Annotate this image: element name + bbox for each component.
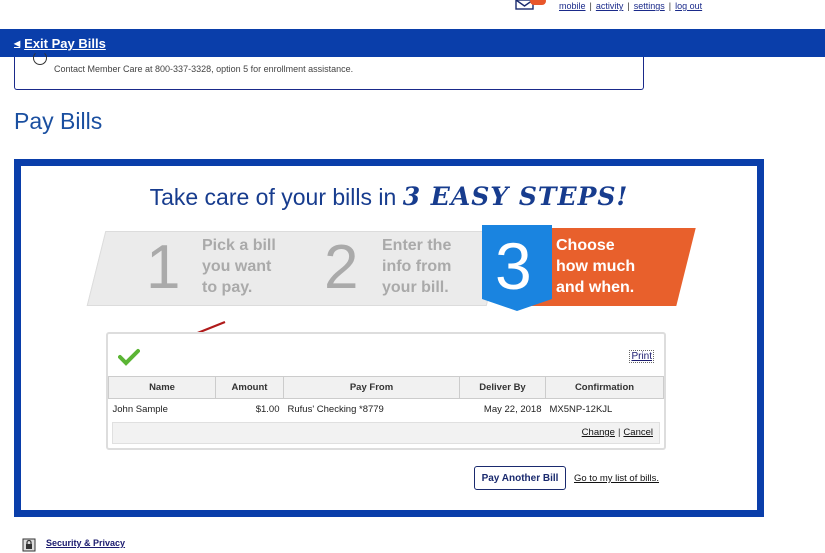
step-2-text: Enter the info from your bill. [382,237,452,296]
cancel-link[interactable]: Cancel [623,427,653,438]
step-1-text: Pick a bill you want to pay. [202,237,276,296]
column-header-confirmation: Confirmation [545,376,664,399]
activity-link[interactable]: activity [596,1,624,11]
cell-deliver-by: May 22, 2018 [483,404,542,416]
lock-icon [22,538,36,552]
cell-pay-from: Rufus' Checking *8779 [287,404,384,416]
exit-pay-bills-link[interactable]: ◀ Exit Pay Bills [14,36,106,51]
pay-another-bill-button[interactable]: Pay Another Bill [474,466,566,490]
table-header-row: Name Amount Pay From Deliver By Confirma… [108,376,664,399]
logout-link[interactable]: log out [675,1,702,11]
header-bar: ◀ Exit Pay Bills [0,29,825,57]
step-2-number: 2 [324,233,359,302]
exit-pay-bills-label: Exit Pay Bills [24,36,106,51]
checkmark-icon [118,349,140,366]
notice-text: Contact Member Care at 800-337-3328, opt… [54,64,354,74]
payment-table: Name Amount Pay From Deliver By Confirma… [108,376,664,421]
column-header-deliver-by: Deliver By [459,376,546,399]
cell-confirmation: MX5NP-12KJL [549,404,613,416]
step-1-number: 1 [146,233,181,302]
step-3-number: 3 [495,229,532,303]
security-privacy-link[interactable]: Security & Privacy [46,538,125,548]
cell-amount: $1.00 [255,404,280,416]
page-title: Pay Bills [14,108,103,134]
info-icon [33,51,47,65]
separator: | [589,1,592,11]
separator: | [668,1,672,11]
settings-link[interactable]: settings [634,1,665,11]
row-actions: Change | Cancel [112,422,660,444]
change-link[interactable]: Change [582,427,615,438]
print-link[interactable]: Print [629,350,654,363]
go-to-bills-list-link[interactable]: Go to my list of bills. [574,473,659,484]
headline-emphasis: 3 EASY STEPS! [402,182,629,211]
top-navigation: mobile | activity | settings | log out [0,0,825,12]
step-3-text: Choose how much and when. [556,237,636,296]
notification-badge [530,0,546,5]
separator: | [627,1,630,11]
steps-banner: 1 Pick a bill you want to pay. 2 Enter t… [86,223,696,313]
column-header-name: Name [108,376,216,399]
payment-confirmation: Print Name Amount Pay From Deliver By Co… [106,332,666,450]
cell-name: John Sample [112,404,168,416]
headline-lead: Take care of your bills in [149,184,397,210]
column-header-amount: Amount [215,376,284,399]
separator: | [617,427,621,438]
enrollment-notice: Contact Member Care at 800-337-3328, opt… [14,51,644,90]
footer: Security & Privacy [22,537,825,553]
table-row: John Sample $1.00 Rufus' Checking *8779 … [109,399,664,421]
mobile-link[interactable]: mobile [559,1,586,11]
column-header-pay-from: Pay From [283,376,460,399]
caret-left-icon: ◀ [14,39,21,48]
steps-headline: Take care of your bills in 3 EASY STEPS! [21,182,757,211]
pay-bills-panel: Take care of your bills in 3 EASY STEPS!… [14,159,764,517]
